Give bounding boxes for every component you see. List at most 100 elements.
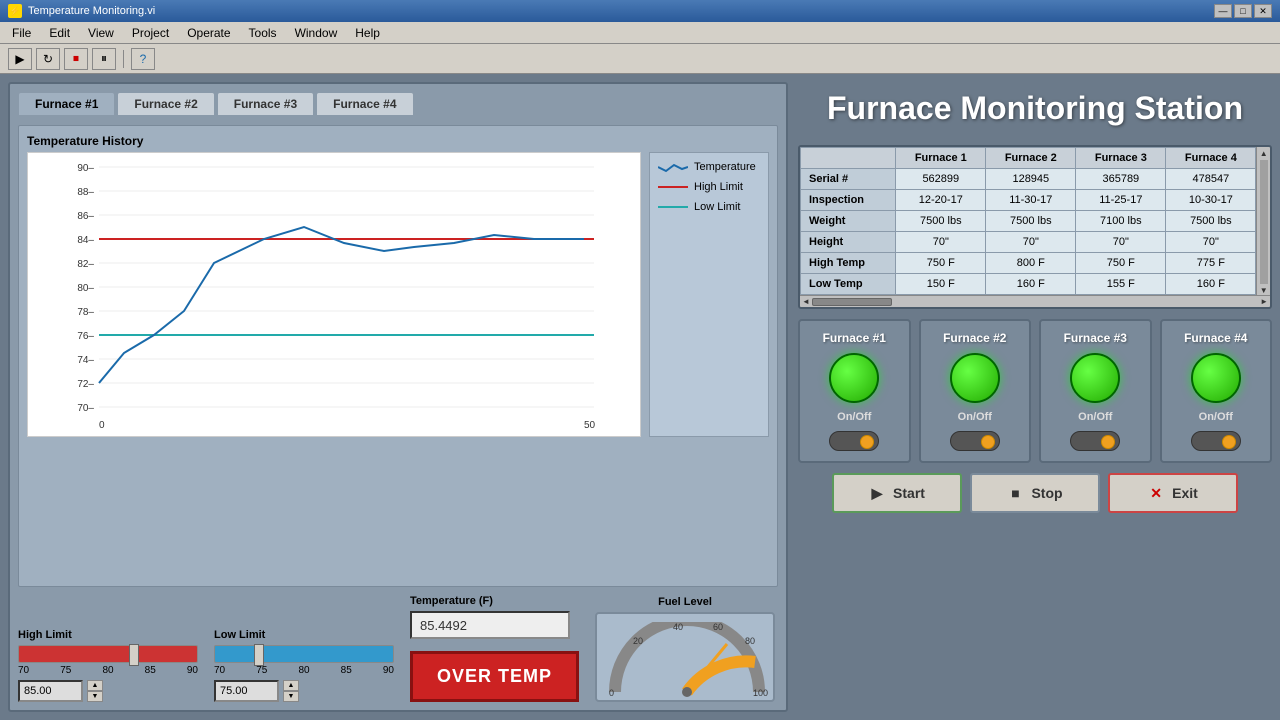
col-header-f2: Furnace 2 <box>986 148 1076 169</box>
low-limit-tick-labels: 70 75 80 85 90 <box>214 665 394 676</box>
chart-legend: Temperature High Limit Low Limit <box>649 152 769 437</box>
window-title: Temperature Monitoring.vi <box>28 5 1208 17</box>
pause-button[interactable]: ⏸ <box>92 48 116 70</box>
tab-furnace4[interactable]: Furnace #4 <box>316 92 413 115</box>
furnace-card-3: Furnace #3 On/Off <box>1039 319 1152 463</box>
maximize-button[interactable]: □ <box>1234 4 1252 18</box>
table-cell-r3-c0: 70" <box>896 232 986 253</box>
row-header-4: High Temp <box>801 253 896 274</box>
exit-label: Exit <box>1172 485 1198 501</box>
table-cell-r4-c0: 750 F <box>896 253 986 274</box>
over-temp-button[interactable]: OVER TEMP <box>410 651 579 702</box>
furnace-4-onoff-label: On/Off <box>1199 411 1233 423</box>
app-icon: ⚡ <box>8 4 22 18</box>
high-limit-thumb[interactable] <box>129 644 139 666</box>
minimize-button[interactable]: — <box>1214 4 1232 18</box>
low-limit-track[interactable] <box>214 645 394 663</box>
furnace-card-2-title: Furnace #2 <box>943 331 1006 345</box>
table-scrollbar-h[interactable]: ◄ ► <box>800 295 1270 307</box>
svg-text:100: 100 <box>753 688 768 698</box>
menu-operate[interactable]: Operate <box>179 24 238 42</box>
furnace-2-toggle-thumb <box>981 435 995 449</box>
low-limit-label: Low Limit <box>214 629 394 641</box>
stop-button[interactable]: ■ Stop <box>970 473 1100 513</box>
furnace-3-toggle[interactable] <box>1070 431 1120 451</box>
run-button[interactable]: ▶ <box>8 48 32 70</box>
tab-furnace2[interactable]: Furnace #2 <box>117 92 214 115</box>
svg-text:80–: 80– <box>77 283 94 294</box>
table-cell-r2-c1: 7500 lbs <box>986 211 1076 232</box>
table-row: Low Temp150 F160 F155 F160 F <box>801 274 1256 295</box>
help-button[interactable]: ? <box>131 48 155 70</box>
high-limit-track[interactable] <box>18 645 198 663</box>
menu-project[interactable]: Project <box>124 24 177 42</box>
scroll-thumb-h[interactable] <box>812 298 892 306</box>
furnace-card-3-title: Furnace #3 <box>1064 331 1127 345</box>
high-limit-down[interactable]: ▼ <box>87 691 103 702</box>
table-row: Height70"70"70"70" <box>801 232 1256 253</box>
furnace-2-toggle[interactable] <box>950 431 1000 451</box>
furnace-card-1-title: Furnace #1 <box>823 331 886 345</box>
row-header-2: Weight <box>801 211 896 232</box>
furnace-4-toggle[interactable] <box>1191 431 1241 451</box>
high-limit-slider-container: 70 75 80 85 90 <box>18 645 198 676</box>
menu-window[interactable]: Window <box>287 24 346 42</box>
furnace-1-toggle-thumb <box>860 435 874 449</box>
menu-tools[interactable]: Tools <box>241 24 285 42</box>
table-wrapper: Furnace 1 Furnace 2 Furnace 3 Furnace 4 … <box>800 147 1270 307</box>
table-cell-r3-c1: 70" <box>986 232 1076 253</box>
furnace-1-toggle[interactable] <box>829 431 879 451</box>
high-limit-display: 85.00 <box>18 680 83 702</box>
toolbar: ▶ ↻ ⏹ ⏸ ? <box>0 44 1280 74</box>
close-button[interactable]: ✕ <box>1254 4 1272 18</box>
svg-text:0: 0 <box>99 420 105 431</box>
stop-button[interactable]: ⏹ <box>64 48 88 70</box>
exit-icon: ✕ <box>1148 485 1164 501</box>
table-row: Serial #562899128945365789478547 <box>801 169 1256 190</box>
svg-text:70–: 70– <box>77 403 94 414</box>
low-limit-group: Low Limit 70 75 80 85 90 75.00 <box>214 629 394 702</box>
table-cell-r0-c3: 478547 <box>1166 169 1256 190</box>
svg-text:82–: 82– <box>77 259 94 270</box>
chart-svg: 90– 88– 86– 84– 82– 80– 78– 76– 74– 72– … <box>28 153 640 433</box>
svg-text:60: 60 <box>713 622 723 632</box>
menu-help[interactable]: Help <box>347 24 388 42</box>
low-limit-value-box: 75.00 ▲ ▼ <box>214 680 394 702</box>
menu-edit[interactable]: Edit <box>41 24 78 42</box>
temperature-group: Temperature (F) 85.4492 OVER TEMP <box>410 595 579 702</box>
stop-label: Stop <box>1031 485 1062 501</box>
low-limit-up[interactable]: ▲ <box>283 680 299 691</box>
svg-text:84–: 84– <box>77 235 94 246</box>
run-cont-button[interactable]: ↻ <box>36 48 60 70</box>
temperature-display: 85.4492 <box>410 611 570 639</box>
start-button[interactable]: ▶ Start <box>832 473 962 513</box>
low-limit-spin[interactable]: ▲ ▼ <box>283 680 299 702</box>
furnace-1-onoff-label: On/Off <box>837 411 871 423</box>
furnace-1-status-light <box>829 353 879 403</box>
table-cell-r4-c1: 800 F <box>986 253 1076 274</box>
temperature-chart[interactable]: 90– 88– 86– 84– 82– 80– 78– 76– 74– 72– … <box>27 152 641 437</box>
table-cell-r0-c2: 365789 <box>1076 169 1166 190</box>
exit-button[interactable]: ✕ Exit <box>1108 473 1238 513</box>
col-header-f1: Furnace 1 <box>896 148 986 169</box>
low-limit-thumb[interactable] <box>254 644 264 666</box>
furnace-status-cards: Furnace #1 On/Off Furnace #2 On/Off Furn… <box>798 319 1272 463</box>
table-cell-r2-c2: 7100 lbs <box>1076 211 1166 232</box>
menu-file[interactable]: File <box>4 24 39 42</box>
table-cell-r3-c2: 70" <box>1076 232 1166 253</box>
table-row: Inspection12-20-1711-30-1711-25-1710-30-… <box>801 190 1256 211</box>
menu-view[interactable]: View <box>80 24 122 42</box>
row-header-3: Height <box>801 232 896 253</box>
tab-furnace3[interactable]: Furnace #3 <box>217 92 314 115</box>
table-cell-r1-c3: 10-30-17 <box>1166 190 1256 211</box>
svg-text:76–: 76– <box>77 331 94 342</box>
table-row: Weight7500 lbs7500 lbs7100 lbs7500 lbs <box>801 211 1256 232</box>
furnace-card-4-title: Furnace #4 <box>1184 331 1247 345</box>
svg-text:90–: 90– <box>77 163 94 174</box>
table-scrollbar-v[interactable]: ▲ ▼ <box>1256 147 1270 295</box>
tab-furnace1[interactable]: Furnace #1 <box>18 92 115 115</box>
high-limit-spin[interactable]: ▲ ▼ <box>87 680 103 702</box>
svg-text:0: 0 <box>609 688 614 698</box>
high-limit-up[interactable]: ▲ <box>87 680 103 691</box>
low-limit-down[interactable]: ▼ <box>283 691 299 702</box>
